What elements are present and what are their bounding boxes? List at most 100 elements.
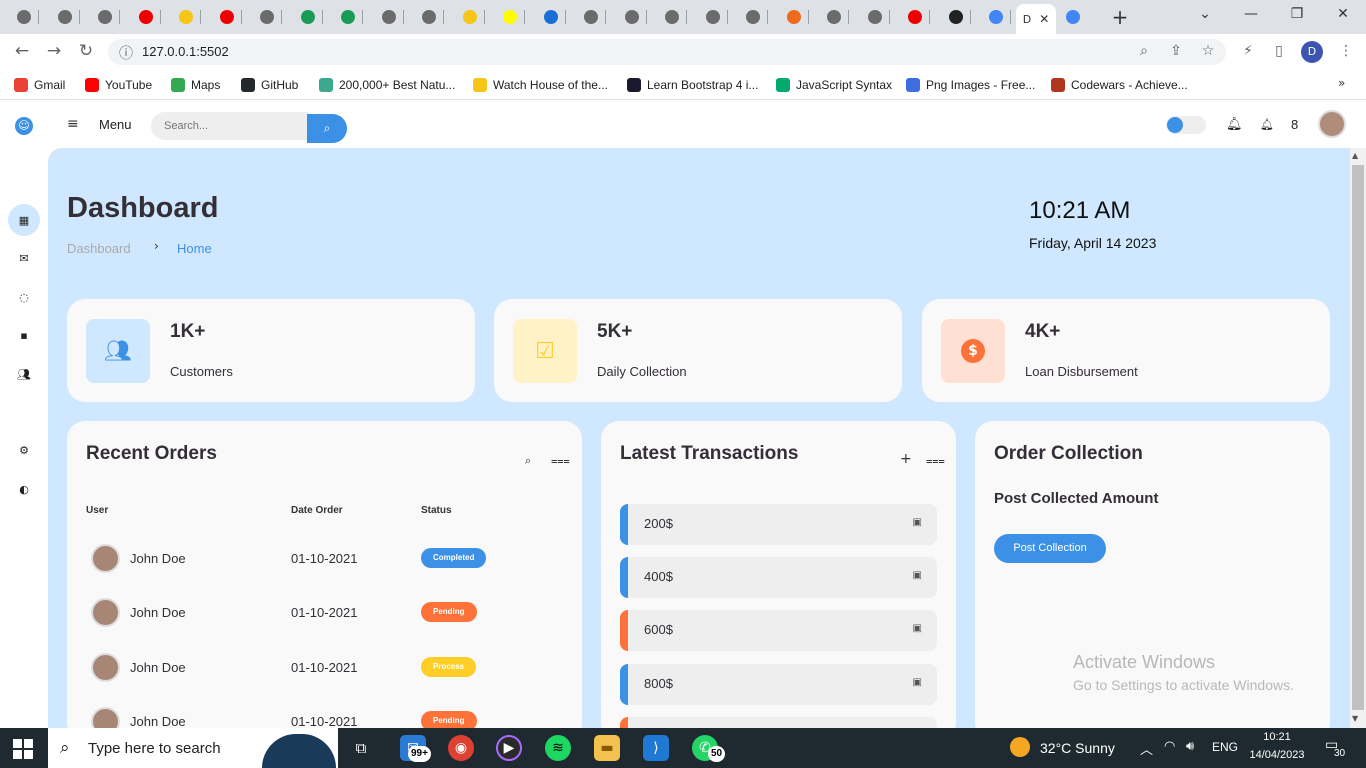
chrome-menu-icon[interactable]: ⋮ xyxy=(1337,43,1355,59)
browser-tab[interactable] xyxy=(698,6,728,28)
browser-tab[interactable] xyxy=(576,6,606,28)
forward-arrow-icon[interactable]: → xyxy=(42,41,66,61)
scroll-up-arrow-icon[interactable]: ▲ xyxy=(1352,151,1358,160)
url-text[interactable]: 127.0.0.1:5502 xyxy=(142,44,229,59)
table-row[interactable]: John Doe 01-10-2021 Process xyxy=(67,653,582,707)
site-info-icon[interactable]: ⓘ xyxy=(117,43,135,63)
browser-tab[interactable] xyxy=(657,6,687,28)
file-explorer-icon[interactable]: ▬ xyxy=(594,735,620,761)
weather-sun-icon[interactable] xyxy=(1010,737,1030,757)
browser-tab[interactable] xyxy=(171,6,201,28)
bookmark-item[interactable]: JavaScript Syntax xyxy=(776,76,892,94)
search-icon[interactable]: ⌕ xyxy=(525,454,531,468)
browser-tab[interactable] xyxy=(617,6,647,28)
tab-search-icon[interactable]: ⌄ xyxy=(1190,6,1220,22)
bookmark-item[interactable]: 200,000+ Best Natu... xyxy=(319,76,455,94)
breadcrumb-dashboard[interactable]: Dashboard xyxy=(67,241,131,256)
menu-label[interactable]: Menu xyxy=(99,117,132,132)
search-button[interactable]: ⌕ xyxy=(307,114,347,143)
browser-tab[interactable] xyxy=(374,6,404,28)
transaction-item[interactable]: 600$ ▣ xyxy=(620,610,937,651)
table-row[interactable]: John Doe 01-10-2021 Pending xyxy=(67,598,582,652)
brand-smile-icon[interactable]: ☺ xyxy=(15,117,33,135)
extensions-icon[interactable]: ⚡ xyxy=(1239,43,1257,59)
filter-icon[interactable]: ⩶ xyxy=(926,454,945,468)
browser-tab[interactable] xyxy=(536,6,566,28)
breadcrumb-home[interactable]: Home xyxy=(177,241,212,256)
bell-icon[interactable]: 🔔︎ xyxy=(1226,117,1243,132)
browser-tab[interactable] xyxy=(981,6,1011,28)
bookmark-item[interactable]: GitHub xyxy=(241,76,298,94)
back-arrow-icon[interactable]: ← xyxy=(10,41,34,61)
vscode-icon[interactable]: ⟩ xyxy=(643,735,669,761)
browser-tab[interactable] xyxy=(333,6,363,28)
bookmark-item[interactable]: Watch House of the... xyxy=(473,76,608,94)
reload-icon[interactable]: ↻ xyxy=(74,41,98,61)
restore-button[interactable]: ❐ xyxy=(1282,6,1312,22)
browser-tab[interactable] xyxy=(414,6,444,28)
browser-tab[interactable] xyxy=(131,6,161,28)
task-view-icon[interactable]: ⧉ xyxy=(348,735,374,761)
zoom-search-icon[interactable]: ⌕ xyxy=(1135,43,1153,59)
sidebar-item-analytics[interactable]: ◌ xyxy=(8,281,40,313)
side-panel-icon[interactable]: ▯ xyxy=(1270,43,1288,59)
browser-tab-active[interactable]: D ✕ xyxy=(1016,4,1056,34)
omnibox[interactable] xyxy=(108,39,1226,65)
hamburger-menu-icon[interactable]: ≡ xyxy=(67,116,79,132)
bookmark-item[interactable]: Gmail xyxy=(14,76,65,94)
taskbar-time[interactable]: 10:21 xyxy=(1250,731,1304,743)
browser-tab[interactable] xyxy=(819,6,849,28)
add-icon[interactable]: + xyxy=(900,451,912,467)
bookmark-item[interactable]: Png Images - Free... xyxy=(906,76,1035,94)
wifi-icon[interactable]: ◠ xyxy=(1164,739,1175,754)
post-collection-button[interactable]: Post Collection xyxy=(994,534,1106,563)
transaction-item[interactable]: 400$ ▣ xyxy=(620,557,937,598)
browser-tab[interactable] xyxy=(90,6,120,28)
browser-tab[interactable] xyxy=(293,6,323,28)
sidebar-item-chat[interactable]: ▪ xyxy=(8,319,40,351)
table-row[interactable]: John Doe 01-10-2021 Completed xyxy=(67,544,582,598)
weather-text[interactable]: 32°C Sunny xyxy=(1040,740,1115,756)
scrollbar-thumb[interactable] xyxy=(1352,165,1364,710)
sidebar-item-logout[interactable]: ◐ xyxy=(8,473,40,505)
browser-tab[interactable] xyxy=(212,6,242,28)
close-tab-icon[interactable]: ✕ xyxy=(1039,12,1049,26)
browser-tab[interactable] xyxy=(738,6,768,28)
browser-tab[interactable] xyxy=(50,6,80,28)
browser-tab[interactable] xyxy=(860,6,890,28)
search-input[interactable] xyxy=(151,112,309,140)
notification-bell-icon[interactable]: 🔔︎ xyxy=(1260,118,1274,131)
spotify-icon[interactable]: ≋ xyxy=(545,735,571,761)
sidebar-item-dashboard[interactable]: ▦ xyxy=(8,204,40,236)
bookmark-star-icon[interactable]: ☆ xyxy=(1199,43,1217,59)
filter-icon[interactable]: ⩶ xyxy=(551,454,570,468)
browser-tab[interactable] xyxy=(900,6,930,28)
transaction-item[interactable]: 200$ ▣ xyxy=(620,504,937,545)
browser-tab[interactable] xyxy=(9,6,39,28)
close-window-button[interactable]: ✕ xyxy=(1328,6,1358,22)
taskbar-search-placeholder[interactable]: Type here to search xyxy=(88,740,221,757)
browser-tab[interactable] xyxy=(252,6,282,28)
browser-tab[interactable] xyxy=(455,6,485,28)
minimize-button[interactable]: — xyxy=(1236,6,1266,22)
browser-tab[interactable] xyxy=(1058,6,1088,28)
transaction-item[interactable]: 800$ ▣ xyxy=(620,664,937,705)
taskbar-date[interactable]: 14/04/2023 xyxy=(1244,749,1310,761)
browser-tab[interactable] xyxy=(941,6,971,28)
bookmark-item[interactable]: YouTube xyxy=(85,76,152,94)
new-tab-button[interactable]: + xyxy=(1110,5,1130,29)
sidebar-item-team[interactable]: 👥︎ xyxy=(8,358,40,390)
media-player-icon[interactable]: ▶ xyxy=(496,735,522,761)
share-icon[interactable]: ⇪ xyxy=(1167,43,1185,59)
profile-avatar[interactable]: D xyxy=(1301,41,1323,63)
chrome-app-icon[interactable]: ◉ xyxy=(448,735,474,761)
bookmark-item[interactable]: Learn Bootstrap 4 i... xyxy=(627,76,758,94)
windows-start-icon[interactable] xyxy=(13,739,33,759)
browser-tab[interactable] xyxy=(495,6,525,28)
browser-tab[interactable] xyxy=(779,6,809,28)
bookmark-item[interactable]: Codewars - Achieve... xyxy=(1051,76,1188,94)
sidebar-item-settings[interactable]: ⚙ xyxy=(8,434,40,466)
language-indicator[interactable]: ENG xyxy=(1212,740,1238,754)
scroll-down-arrow-icon[interactable]: ▼ xyxy=(1352,714,1358,723)
bookmark-item[interactable]: Maps xyxy=(171,76,220,94)
